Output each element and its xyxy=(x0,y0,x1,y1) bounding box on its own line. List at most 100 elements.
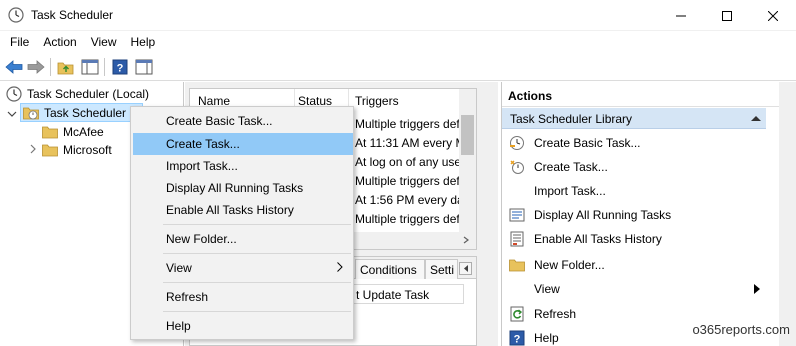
tab-conditions[interactable]: Conditions xyxy=(355,259,425,279)
scroll-thumb[interactable] xyxy=(461,115,474,155)
menu-view[interactable]: View xyxy=(84,32,124,52)
menu-bar: File Action View Help xyxy=(0,31,796,53)
svg-text:?: ? xyxy=(514,334,521,346)
tab-settings[interactable]: Setti xyxy=(425,259,458,279)
up-folder-button[interactable] xyxy=(56,57,76,77)
action-label: Refresh xyxy=(534,307,577,321)
ctx-label: Refresh xyxy=(166,290,209,304)
watermark: o365reports.com xyxy=(692,322,790,337)
forward-arrow-icon xyxy=(27,60,45,74)
action-label: Help xyxy=(534,331,559,345)
maximize-icon xyxy=(722,10,732,21)
ctx-refresh[interactable]: Refresh xyxy=(133,286,353,308)
action-label: Create Task... xyxy=(534,160,608,174)
ctx-create-task[interactable]: Create Task... xyxy=(133,133,353,155)
ctx-import-task[interactable]: Import Task... xyxy=(133,155,353,177)
show-hide-console-tree-button[interactable] xyxy=(80,57,100,77)
minimize-button[interactable] xyxy=(658,0,704,31)
actions-pane: Actions Task Scheduler Library Create Ba… xyxy=(501,82,796,346)
section-title: Task Scheduler Library xyxy=(510,112,633,126)
tab-label: Conditions xyxy=(360,263,417,277)
chevron-right-icon[interactable] xyxy=(28,144,38,154)
minimize-icon xyxy=(676,15,686,16)
maximize-button[interactable] xyxy=(704,0,750,31)
tree-item-label: Task Scheduler (Local) xyxy=(27,86,150,101)
column-triggers[interactable]: Triggers xyxy=(355,94,399,108)
tree-item-root[interactable]: Task Scheduler (Local) xyxy=(6,84,149,103)
close-button[interactable] xyxy=(750,0,796,31)
menu-separator xyxy=(163,311,351,312)
create-task-icon xyxy=(510,160,524,174)
tree-item-label: Task Scheduler Li xyxy=(44,105,139,120)
chevron-left-icon xyxy=(463,265,468,272)
menu-file[interactable]: File xyxy=(3,32,36,52)
up-folder-icon xyxy=(57,62,74,75)
clock-icon xyxy=(6,85,22,102)
action-label: New Folder... xyxy=(534,258,605,272)
back-arrow-icon xyxy=(5,60,23,74)
action-new-folder[interactable]: New Folder... xyxy=(502,254,766,276)
action-import-task[interactable]: Import Task... xyxy=(502,180,766,202)
triggers-cell: At 11:31 AM every Mor xyxy=(355,136,477,150)
title-bar: Task Scheduler xyxy=(0,0,796,31)
task-name-value: t Update Task xyxy=(356,288,430,302)
tree-item-library[interactable]: Task Scheduler Li xyxy=(20,103,143,122)
ctx-view[interactable]: View xyxy=(133,257,353,279)
tree-item-mcafee[interactable]: McAfee xyxy=(42,122,104,141)
actions-section-header[interactable]: Task Scheduler Library xyxy=(502,108,766,129)
submenu-arrow-icon xyxy=(754,284,760,294)
ctx-label: Display All Running Tasks xyxy=(166,181,304,195)
basic-task-icon xyxy=(510,136,524,150)
menu-help[interactable]: Help xyxy=(124,32,163,52)
ctx-new-folder[interactable]: New Folder... xyxy=(133,228,353,250)
tree-item-label: Microsoft xyxy=(63,142,112,157)
action-enable-tasks-history[interactable]: Enable All Tasks History xyxy=(502,228,766,250)
clock-icon xyxy=(8,7,24,23)
forward-button[interactable] xyxy=(26,57,46,77)
chevron-right-icon[interactable] xyxy=(462,236,470,244)
collapse-icon[interactable] xyxy=(751,115,761,122)
action-view[interactable]: View xyxy=(502,278,766,300)
svg-text:?: ? xyxy=(117,63,124,75)
actions-title: Actions xyxy=(508,89,553,103)
ctx-enable-tasks-history[interactable]: Enable All Tasks History xyxy=(133,199,353,221)
action-create-task[interactable]: Create Task... xyxy=(502,156,766,178)
ctx-label: Enable All Tasks History xyxy=(166,203,294,217)
show-hide-action-pane-button[interactable] xyxy=(134,57,154,77)
refresh-icon xyxy=(510,306,524,322)
tree-item-microsoft[interactable]: Microsoft xyxy=(42,140,112,159)
help-toolbar-button[interactable]: ? xyxy=(110,57,130,77)
back-button[interactable] xyxy=(4,57,24,77)
folder-icon xyxy=(42,144,58,156)
ctx-display-running-tasks[interactable]: Display All Running Tasks xyxy=(133,177,353,199)
toolbar-separator xyxy=(50,58,51,76)
ctx-label: Help xyxy=(166,319,191,333)
action-label: Display All Running Tasks xyxy=(534,208,672,222)
help-icon: ? xyxy=(112,59,128,75)
toolbar-separator xyxy=(104,58,105,76)
context-menu: Create Basic Task... Create Task... Impo… xyxy=(130,106,354,340)
task-list-vertical-scrollbar[interactable] xyxy=(459,89,476,232)
action-display-running-tasks[interactable]: Display All Running Tasks xyxy=(502,204,766,226)
menu-action[interactable]: Action xyxy=(36,32,83,52)
ctx-create-basic-task[interactable]: Create Basic Task... xyxy=(133,110,353,132)
ctx-label: New Folder... xyxy=(166,232,237,246)
tab-scroll-left-button[interactable] xyxy=(459,262,472,275)
triggers-cell: Multiple triggers define xyxy=(355,174,476,188)
chevron-down-icon[interactable] xyxy=(7,109,17,119)
toolbar: ? xyxy=(0,53,796,81)
action-label: Enable All Tasks History xyxy=(534,232,662,246)
ctx-help[interactable]: Help xyxy=(133,315,353,337)
folder-clock-icon xyxy=(23,107,39,119)
actions-vertical-scrollbar[interactable] xyxy=(779,82,796,346)
running-tasks-icon xyxy=(509,208,525,222)
triggers-cell: Multiple triggers define xyxy=(355,212,476,226)
action-create-basic-task[interactable]: Create Basic Task... xyxy=(502,132,766,154)
action-label: Create Basic Task... xyxy=(534,136,641,150)
show-hide-console-tree-icon xyxy=(81,59,99,75)
action-label: Import Task... xyxy=(534,184,606,198)
actions-header: Actions xyxy=(502,82,784,107)
action-label: View xyxy=(534,282,560,296)
submenu-arrow-icon xyxy=(337,262,343,272)
ctx-label: Create Task... xyxy=(166,137,240,151)
